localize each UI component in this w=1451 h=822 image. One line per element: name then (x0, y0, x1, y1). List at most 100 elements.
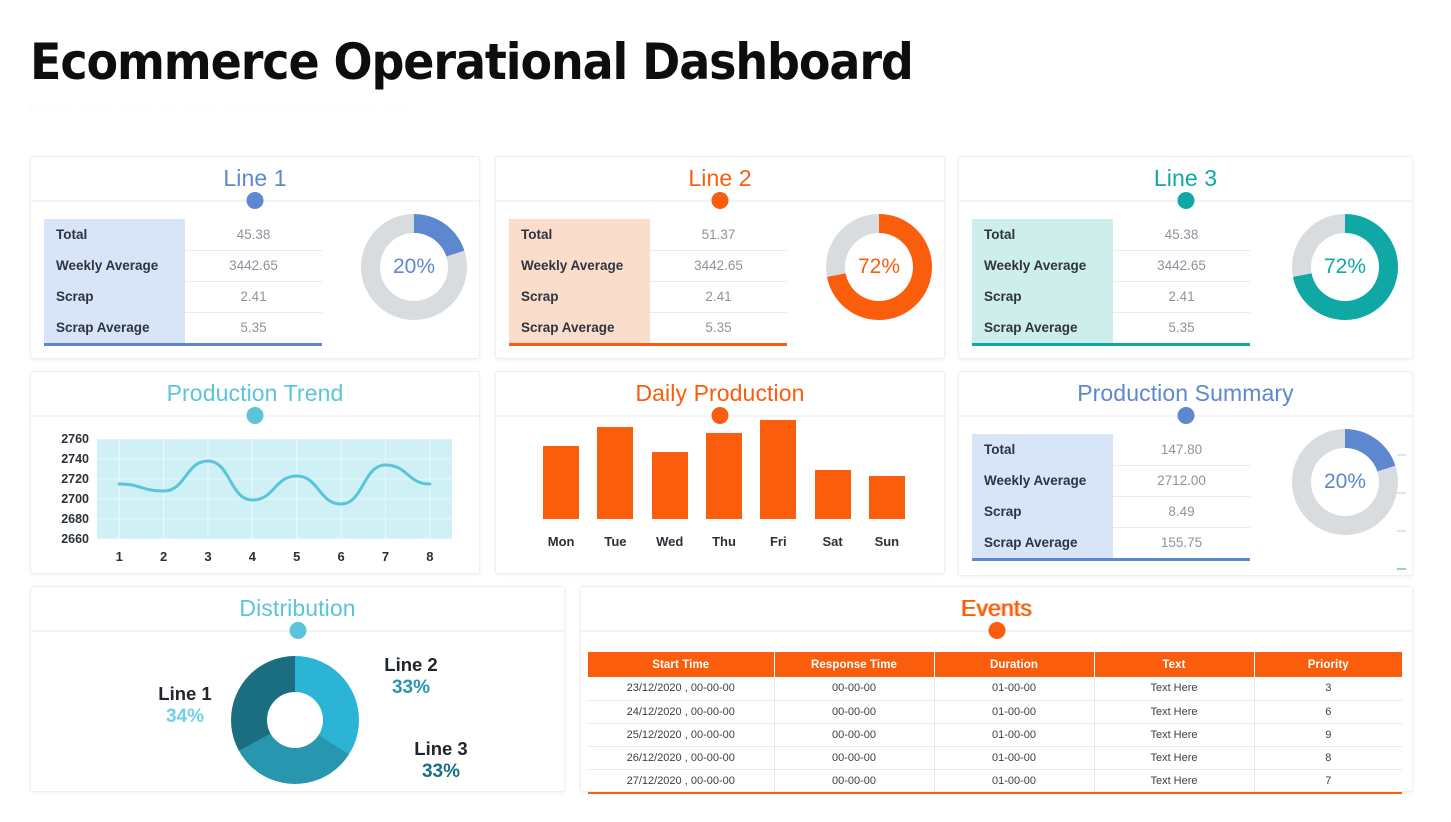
metric-value: 5.35 (240, 320, 267, 336)
table-cell: 9 (1254, 723, 1402, 747)
card-body: Total 45.38 Weekly Average 3442.65 Scrap… (959, 202, 1412, 356)
card-line-1[interactable]: Line 1 Total 45.38 Weekly Average 3442.6… (30, 156, 480, 359)
table-row[interactable]: 25/12/2020 , 00-00-00 00-00-00 01-00-00 Tex… (588, 723, 1402, 747)
table-row: Total 51.37 (509, 219, 787, 251)
card-body: Mon Tue Wed Thu Fri Sat Sun (496, 417, 944, 571)
table-row: Scrap 2.41 (509, 281, 787, 313)
table-cell: 00-00-00 (774, 677, 935, 701)
metric-value: 155.75 (1160, 535, 1203, 551)
table-header-row: Start Time Response Time Duration Text Prior… (588, 652, 1402, 677)
table-row: Total 147.80 (972, 434, 1250, 466)
table-cell: 01-00-00 (934, 769, 1095, 792)
metric-label: Weekly Average (44, 250, 185, 281)
column-header[interactable]: Start Time (588, 652, 775, 677)
metric-value: 147.80 (1113, 434, 1250, 466)
metric-label: Weekly Average (972, 250, 1113, 281)
series-value: 33% (391, 677, 431, 699)
scale-tick-icon (1397, 530, 1406, 532)
card-body: Total 51.37 Weekly Average 3442.65 Scrap… (496, 202, 944, 356)
card-title: Line 2 (688, 165, 752, 191)
series-value: 34% (165, 706, 205, 728)
card-header: Line 3 (959, 157, 1412, 209)
table-cell: Text Here (1094, 769, 1255, 792)
metric-label: Scrap (509, 281, 650, 312)
metric-label: Scrap (44, 281, 185, 312)
table-cell: 8 (1254, 746, 1402, 770)
table-cell: 01-00-00 (934, 677, 1095, 701)
table-row: Total 45.38 (972, 219, 1250, 251)
x-axis-tick-label: Wed (656, 534, 684, 549)
table-cell: Text Here (1094, 677, 1255, 701)
gauge-hole: 20% (1311, 448, 1379, 516)
metric-value: 8.49 (1113, 496, 1250, 528)
table-row[interactable]: 24/12/2020 , 00-00-00 00-00-00 01-00-00 Tex… (588, 700, 1402, 724)
metric-value: 2.41 (1113, 281, 1250, 313)
scale-tick-icon (1397, 454, 1406, 456)
card-line-2[interactable]: Line 2 Total 51.37 Weekly Average 3442.6… (495, 156, 945, 359)
card-title: Events (961, 595, 1032, 621)
card-title: Line 1 (223, 165, 287, 191)
metric-value: 3442.65 (185, 250, 322, 282)
series-name: Line 1 (158, 683, 212, 704)
x-axis-tick-label: Mon (547, 534, 575, 549)
x-axis-tick-label: Sat (822, 534, 843, 549)
table-cell: 00-00-00 (774, 723, 935, 747)
metrics-table: Total 51.37 Weekly Average 3442.65 Scrap… (509, 219, 787, 343)
events-table[interactable]: Start Time Response Time Duration Text Prior… (588, 652, 1402, 792)
card-title: Production Trend (166, 380, 344, 406)
metric-label: Scrap Average (44, 312, 185, 343)
column-header[interactable]: Response Time (774, 652, 935, 677)
metric-label: Weekly Average (972, 465, 1113, 496)
metric-value: 2712.00 (1113, 465, 1250, 497)
donut-hole (267, 692, 323, 748)
card-header: Daily Production (496, 372, 944, 424)
table-cell: Text Here (1094, 746, 1255, 770)
table-cell: 6 (1254, 700, 1402, 724)
y-axis-tick-label: 2720 (61, 472, 89, 486)
metric-value: 2.41 (650, 281, 787, 313)
card-production-trend[interactable]: Production Trend 2660 2680 2700 2720 2740 276… (30, 371, 480, 574)
table-cell: 23/12/2020 , 00-00-00 (588, 677, 775, 701)
table-cell: 27/12/2020 , 00-00-00 (588, 769, 775, 792)
gauge-donut: 72% (826, 214, 932, 320)
metric-value: 45.38 (1113, 219, 1250, 251)
table-row: Scrap Average 5.35 (509, 312, 787, 343)
metric-label: Weekly Average (509, 250, 650, 281)
table-cell: Text Here (1094, 723, 1255, 747)
distribution-label-line-3: Line 3 33% (386, 737, 496, 784)
metrics-table: Total 45.38 Weekly Average 3442.65 Scrap… (44, 219, 322, 343)
metric-label: Total (972, 219, 1113, 250)
card-events[interactable]: Events Start Time Response Time Duration Te… (580, 586, 1413, 794)
gauge-donut: 72% (1292, 214, 1398, 320)
card-header: Events (581, 587, 1412, 639)
table-row[interactable]: 27/12/2020 , 00-00-00 00-00-00 01-00-00 Tex… (588, 769, 1402, 792)
table-row: Scrap 8.49 (972, 496, 1250, 528)
x-axis-tick-label: 8 (426, 549, 434, 564)
table-cell: 25/12/2020 , 00-00-00 (588, 723, 775, 747)
table-row[interactable]: 26/12/2020 , 00-00-00 00-00-00 01-00-00 Tex… (588, 746, 1402, 770)
distribution-label-line-1: Line 1 34% (130, 682, 240, 729)
column-header[interactable]: Priority (1254, 652, 1402, 677)
metric-value: 51.37 (650, 219, 787, 251)
metric-value: 3442.65 (1113, 250, 1250, 282)
gauge-hole: 72% (845, 233, 913, 301)
card-distribution[interactable]: Distribution Line 1 34% Line 2 33% Line … (30, 586, 565, 792)
table-cell: Text Here (1094, 700, 1255, 724)
card-body: Start Time Response Time Duration Text Prior… (581, 632, 1412, 794)
card-line-3[interactable]: Line 3 Total 45.38 Weekly Average 3442.6… (958, 156, 1413, 359)
column-header[interactable]: Duration (934, 652, 1095, 677)
card-daily-production[interactable]: Daily Production Mon Tue Wed Thu Fri Sat Sun (495, 371, 945, 574)
x-axis-tick-label: Fri (769, 534, 787, 549)
column-header[interactable]: Text (1094, 652, 1255, 677)
metric-value: 5.35 (1168, 320, 1195, 336)
card-production-summary[interactable]: Production Summary Total 147.80 Weekly A… (958, 371, 1413, 576)
table-row: Weekly Average 2712.00 (972, 465, 1250, 497)
bar (543, 445, 580, 519)
table-cell: 00-00-00 (774, 746, 935, 770)
table-row: Scrap Average 5.35 (972, 312, 1250, 343)
metrics-table: Total 147.80 Weekly Average 2712.00 Scra… (972, 434, 1250, 558)
series-name: Line 2 (384, 654, 438, 675)
table-row[interactable]: 23/12/2020 , 00-00-00 00-00-00 01-00-00 Tex… (588, 677, 1402, 701)
gauge-hole: 20% (380, 233, 448, 301)
bar (597, 427, 634, 519)
